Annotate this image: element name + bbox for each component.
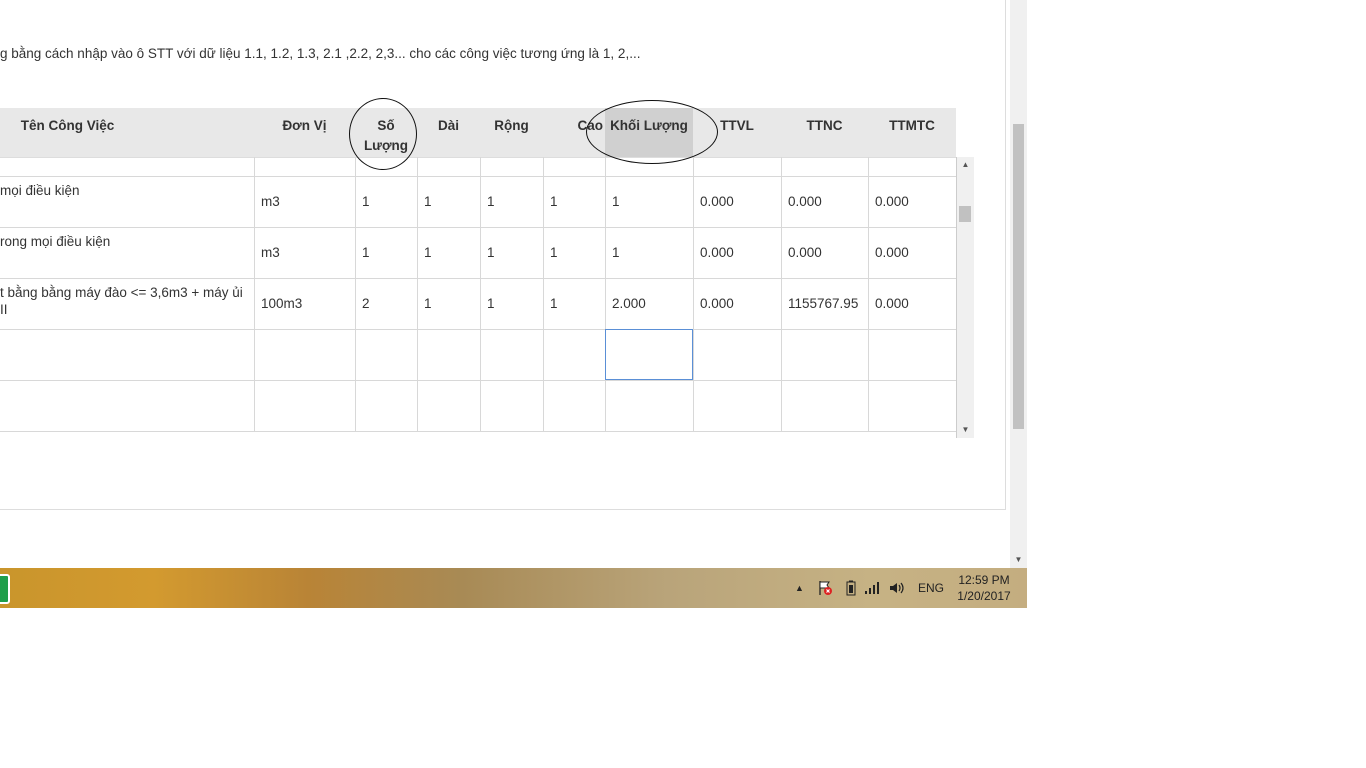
table-cell[interactable]: 1 [543, 227, 605, 278]
table-cell[interactable]: 1 [355, 176, 417, 227]
clock-date: 1/20/2017 [957, 589, 1011, 603]
task-name-cell[interactable] [0, 380, 254, 431]
table-cell[interactable] [868, 329, 956, 380]
table-cell[interactable]: 100m3 [254, 278, 355, 329]
table-cell[interactable]: 2.000 [605, 278, 693, 329]
table-cell[interactable]: 1 [480, 278, 543, 329]
table-cell[interactable]: 0.000 [693, 227, 781, 278]
table-cell[interactable] [355, 380, 417, 431]
table-cell[interactable]: 1 [543, 176, 605, 227]
table-cell[interactable]: 0.000 [781, 227, 868, 278]
instruction-text: g bằng cách nhập vào ô STT với dữ liệu 1… [0, 46, 641, 61]
column-header-don-vi[interactable]: Đơn Vị [254, 108, 355, 157]
table-cell[interactable] [605, 329, 693, 380]
column-header-khoi-luong[interactable]: Khối Lượng [605, 108, 693, 157]
grid-header: Tên Công Việc Đơn Vị Số Lượng Dài Rộng C… [0, 108, 956, 158]
table-cell[interactable]: 0.000 [868, 278, 956, 329]
table-cell[interactable]: m3 [254, 176, 355, 227]
table-cell[interactable] [355, 157, 417, 176]
table-cell[interactable] [417, 157, 480, 176]
task-name-cell[interactable] [0, 329, 254, 380]
column-header-dai[interactable]: Dài [417, 108, 480, 157]
table-cell[interactable]: 1 [605, 227, 693, 278]
table-cell[interactable]: 1 [480, 227, 543, 278]
table-cell[interactable] [693, 157, 781, 176]
table-cell[interactable] [693, 329, 781, 380]
table-cell[interactable] [480, 329, 543, 380]
column-header-ttnc[interactable]: TTNC [781, 108, 868, 157]
grid-body: mọi điều kiện m3 1 1 1 1 1 0.000 0.000 0.000 rong … [0, 157, 957, 438]
table-cell[interactable] [355, 329, 417, 380]
column-header-so-luong[interactable]: Số Lượng [355, 108, 417, 157]
table-row[interactable] [0, 380, 956, 432]
table-cell[interactable] [781, 157, 868, 176]
table-cell[interactable] [480, 380, 543, 431]
show-hidden-icons-icon[interactable]: ▲ [795, 568, 804, 608]
table-cell[interactable] [868, 380, 956, 431]
table-cell[interactable] [417, 380, 480, 431]
table-cell[interactable]: 1 [417, 227, 480, 278]
page-vertical-scrollbar[interactable]: ▼ [1010, 0, 1027, 568]
column-header-cao[interactable]: Cao [543, 108, 605, 157]
table-cell[interactable]: 0.000 [868, 227, 956, 278]
table-cell[interactable]: 0.000 [693, 176, 781, 227]
scroll-up-arrow-icon[interactable]: ▲ [957, 157, 974, 173]
app-icon[interactable] [0, 574, 10, 604]
screen: g bằng cách nhập vào ô STT với dữ liệu 1… [0, 0, 1027, 608]
table-cell[interactable] [605, 157, 693, 176]
table-row [0, 157, 956, 177]
table-cell[interactable] [781, 329, 868, 380]
page-scroll-down-arrow-icon[interactable]: ▼ [1010, 552, 1027, 568]
clock-time: 12:59 PM [958, 573, 1010, 587]
task-name-cell[interactable]: t bằng bằng máy đào <= 3,6m3 + máy ủi II [0, 278, 254, 329]
table-cell[interactable]: 1 [417, 176, 480, 227]
table-cell[interactable] [543, 157, 605, 176]
task-name-cell[interactable]: mọi điều kiện [0, 176, 254, 227]
table-cell[interactable]: 1 [355, 227, 417, 278]
column-header-ttmtc[interactable]: TTMTC [868, 108, 956, 157]
table-cell[interactable]: 1 [480, 176, 543, 227]
table-cell[interactable]: 2 [355, 278, 417, 329]
column-header-ttvl[interactable]: TTVL [693, 108, 781, 157]
table-cell[interactable]: 1 [543, 278, 605, 329]
table-cell[interactable] [254, 329, 355, 380]
volume-icon[interactable] [888, 568, 906, 608]
table-row[interactable]: t bằng bằng máy đào <= 3,6m3 + máy ủi II… [0, 278, 956, 330]
table-cell[interactable] [480, 157, 543, 176]
table-cell[interactable]: 0.000 [781, 176, 868, 227]
taskbar: ▲ ENG 12:59 PM 1/20/2017 [0, 568, 1027, 608]
input-language-indicator[interactable]: ENG [918, 568, 944, 608]
table-cell[interactable] [254, 157, 355, 176]
table-cell[interactable] [254, 380, 355, 431]
table-row[interactable] [0, 329, 956, 381]
grid-vertical-scrollbar[interactable]: ▲ ▼ [957, 157, 974, 438]
task-name-cell[interactable]: rong mọi điều kiện [0, 227, 254, 278]
clock[interactable]: 12:59 PM 1/20/2017 [952, 572, 1016, 604]
table-cell[interactable]: 1 [605, 176, 693, 227]
table-cell[interactable] [417, 329, 480, 380]
grid-scroll-thumb[interactable] [959, 206, 971, 222]
table-cell[interactable] [868, 157, 956, 176]
table-cell[interactable] [543, 329, 605, 380]
column-header-rong[interactable]: Rộng [480, 108, 543, 157]
table-cell[interactable]: 1 [417, 278, 480, 329]
table-cell[interactable] [693, 380, 781, 431]
table-cell[interactable]: m3 [254, 227, 355, 278]
column-header-ten-cong-viec[interactable]: Tên Công Việc [0, 108, 135, 157]
action-center-flag-icon[interactable] [817, 568, 833, 608]
table-row[interactable]: mọi điều kiện m3 1 1 1 1 1 0.000 0.000 0.000 [0, 176, 956, 228]
scroll-down-arrow-icon[interactable]: ▼ [957, 422, 974, 438]
table-row[interactable]: rong mọi điều kiện m3 1 1 1 1 1 0.000 0.000 0.000 [0, 227, 956, 279]
table-cell[interactable] [543, 380, 605, 431]
battery-icon[interactable] [846, 568, 856, 608]
network-signal-icon[interactable] [864, 568, 880, 608]
table-cell[interactable]: 0.000 [693, 278, 781, 329]
page-scroll-thumb[interactable] [1013, 124, 1024, 429]
data-grid: Tên Công Việc Đơn Vị Số Lượng Dài Rộng C… [0, 108, 974, 438]
table-cell[interactable]: 1155767.95 [781, 278, 868, 329]
table-cell[interactable]: 0.000 [868, 176, 956, 227]
table-cell[interactable] [781, 380, 868, 431]
table-cell[interactable] [605, 380, 693, 431]
